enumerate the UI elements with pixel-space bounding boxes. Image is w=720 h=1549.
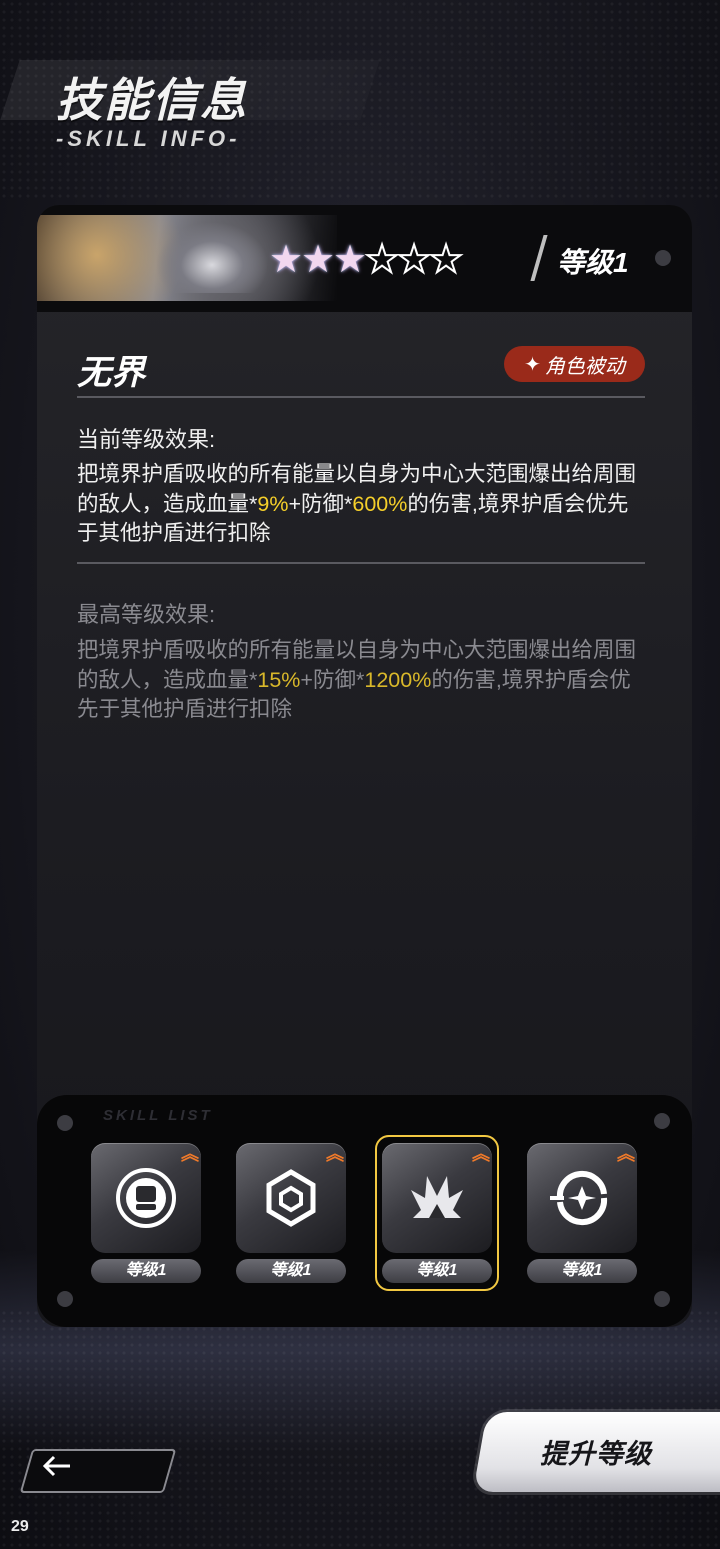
upgrade-available-icon: ︽ bbox=[326, 1144, 344, 1164]
star-filled-icon: ★ bbox=[301, 239, 336, 281]
star-rating: ★ ★ ★ ★ ★ ★ bbox=[269, 239, 464, 281]
skill-slot-level: 等级1 bbox=[91, 1259, 201, 1283]
effect-text: +防御* bbox=[300, 667, 365, 692]
max-effect-label: 最高等级效果: bbox=[77, 602, 216, 627]
upgrade-available-icon: ︽ bbox=[617, 1144, 635, 1164]
fist-shield-icon bbox=[116, 1168, 176, 1228]
sparkle-icon: ✦ bbox=[524, 353, 541, 376]
badge-label: 角色被动 bbox=[544, 355, 625, 378]
corner-dot bbox=[57, 1115, 73, 1131]
star-empty-icon: ★ bbox=[364, 239, 400, 281]
skill-list-panel: SKILL LIST ︽ 等级1 ︽ 等级1 ︽ 等级1 ︽ 等级1 bbox=[37, 1095, 692, 1327]
corner-dot bbox=[654, 1113, 670, 1129]
upgrade-level-label[interactable]: 提升等级 bbox=[540, 1432, 652, 1471]
burst-crown-icon bbox=[411, 1176, 463, 1218]
page-subtitle: -SKILL INFO- bbox=[56, 126, 241, 151]
orbit-star-icon bbox=[550, 1170, 608, 1226]
left-arrow-icon[interactable] bbox=[42, 1451, 72, 1487]
effect-value: 9% bbox=[257, 491, 289, 516]
skill-name: 无界 bbox=[77, 354, 145, 392]
upgrade-available-icon: ︽ bbox=[181, 1144, 199, 1164]
skill-slot-selected[interactable]: ︽ 等级1 bbox=[375, 1135, 499, 1291]
current-effect-label: 当前等级效果: bbox=[77, 427, 216, 452]
level-divider bbox=[530, 235, 548, 281]
skill-slot-level: 等级1 bbox=[527, 1259, 637, 1283]
effect-value: 600% bbox=[352, 491, 408, 516]
corner-dot bbox=[655, 250, 671, 266]
divider bbox=[77, 396, 645, 398]
skill-slot[interactable]: ︽ 等级1 bbox=[527, 1143, 639, 1283]
skill-slot-level: 等级1 bbox=[236, 1259, 346, 1283]
star-filled-icon: ★ bbox=[333, 239, 368, 281]
passive-badge: ✦ 角色被动 bbox=[504, 346, 645, 382]
max-effect-text: 把境界护盾吸收的所有能量以自身为中心大范围爆出给周围的敌人，造成血量*15%+防… bbox=[77, 636, 647, 725]
corner-dot bbox=[654, 1291, 670, 1307]
hexagon-cube-icon bbox=[266, 1169, 316, 1227]
upgrade-available-icon: ︽ bbox=[472, 1144, 490, 1164]
page-number: 29 bbox=[11, 1518, 29, 1535]
skill-slot[interactable]: ︽ 等级1 bbox=[91, 1143, 203, 1283]
panel-tag: SKILL LIST bbox=[103, 1107, 213, 1124]
page-title: 技能信息 bbox=[56, 74, 248, 126]
divider bbox=[77, 562, 645, 564]
star-empty-icon: ★ bbox=[396, 239, 432, 281]
effect-text: +防御* bbox=[288, 491, 353, 516]
current-effect-text: 把境界护盾吸收的所有能量以自身为中心大范围爆出给周围的敌人，造成血量*9%+防御… bbox=[77, 460, 647, 549]
effect-value: 1200% bbox=[364, 667, 432, 692]
page-header: 技能信息 -SKILL INFO- bbox=[0, 50, 400, 170]
effect-value: 15% bbox=[257, 667, 301, 692]
skill-slot[interactable]: ︽ 等级1 bbox=[236, 1143, 348, 1283]
skill-level-label: 等级1 bbox=[557, 247, 629, 278]
star-empty-icon: ★ bbox=[428, 239, 464, 281]
star-filled-icon: ★ bbox=[269, 239, 304, 281]
corner-dot bbox=[57, 1291, 73, 1307]
card-top-bar: ★ ★ ★ ★ ★ ★ 等级1 bbox=[37, 205, 692, 312]
character-portrait bbox=[157, 223, 267, 293]
skill-info-card: ★ ★ ★ ★ ★ ★ 等级1 无界 ✦ 角色被动 当前等级效果: 把境界护盾吸… bbox=[37, 205, 692, 1327]
skill-slot-level: 等级1 bbox=[382, 1259, 492, 1283]
